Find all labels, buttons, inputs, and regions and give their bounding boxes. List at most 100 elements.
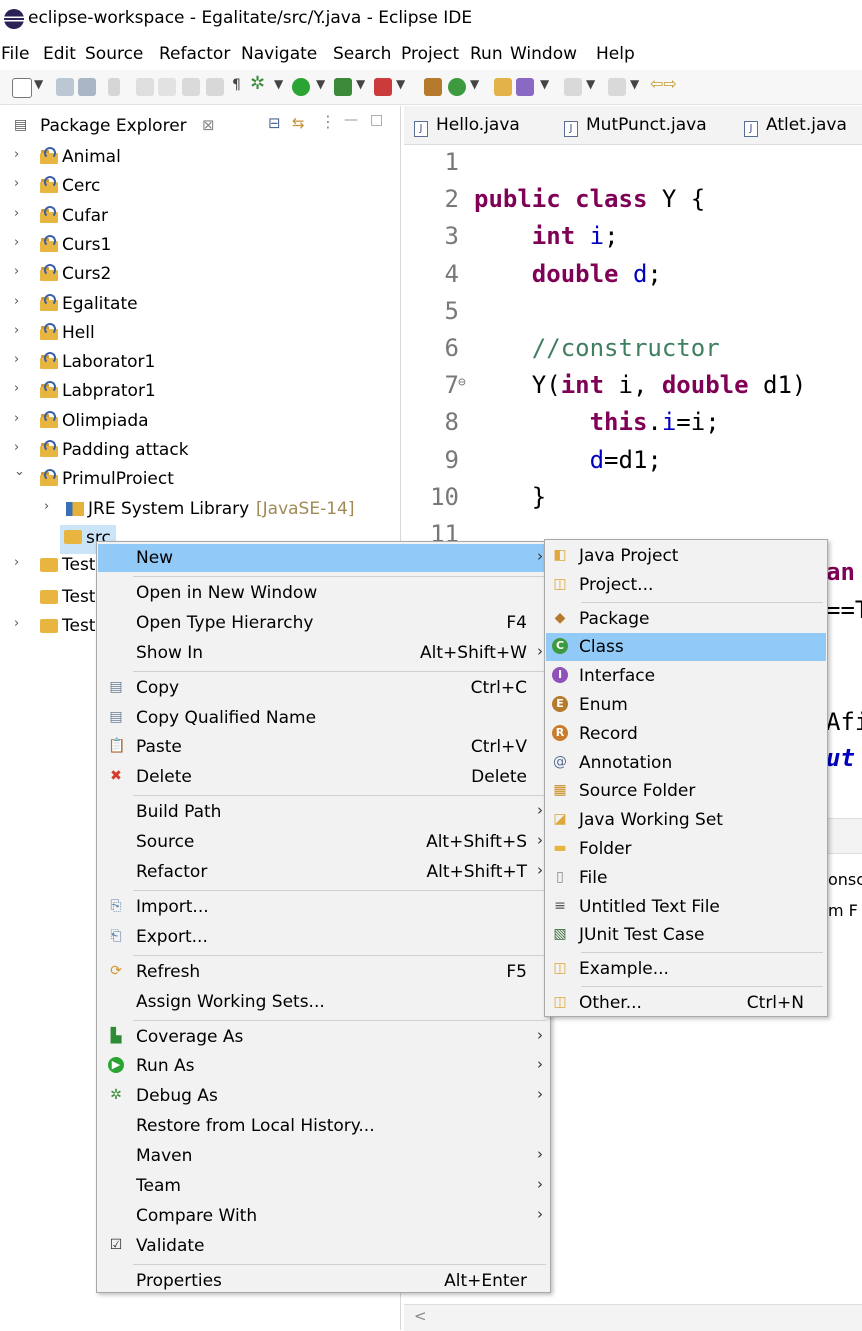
save-icon[interactable] xyxy=(56,78,74,96)
toggle2-icon[interactable] xyxy=(206,78,224,96)
menu-item-source[interactable]: Source Alt+Shift+S › xyxy=(98,828,549,856)
menu-source[interactable]: Source xyxy=(85,44,143,64)
next-annotation-dropdown-icon[interactable]: ▼ xyxy=(586,77,595,91)
chevron-right-icon[interactable]: › xyxy=(14,235,19,250)
chevron-right-icon[interactable]: › xyxy=(14,555,19,570)
tree-item-test[interactable]: › Test xyxy=(0,613,96,642)
maximize-icon[interactable]: □ xyxy=(370,112,383,128)
chevron-right-icon[interactable]: › xyxy=(14,264,19,279)
menu-item-run-as[interactable]: ▶ Run As › xyxy=(98,1052,549,1080)
menu-navigate[interactable]: Navigate xyxy=(241,44,317,64)
search-toolbar-icon[interactable] xyxy=(516,78,534,96)
new-item-untitled-text-file[interactable]: ≡ Untitled Text File xyxy=(546,893,826,921)
search-dropdown-icon[interactable]: ▼ xyxy=(540,77,549,91)
chevron-right-icon[interactable]: › xyxy=(14,381,19,396)
new-package-icon[interactable] xyxy=(424,78,442,96)
menu-item-maven[interactable]: Maven › xyxy=(98,1142,549,1170)
new-item-interface[interactable]: I Interface xyxy=(546,662,826,690)
menu-item-refactor[interactable]: Refactor Alt+Shift+T › xyxy=(98,858,549,886)
chevron-down-icon[interactable]: ⌄ xyxy=(14,464,25,479)
external-tools-icon[interactable] xyxy=(374,78,392,96)
chevron-right-icon[interactable]: › xyxy=(14,147,19,162)
coverage-toolbar-icon[interactable] xyxy=(334,78,352,96)
tree-item-primulproiect[interactable]: ⌄ PrimulProiect xyxy=(0,464,400,495)
menu-item-export[interactable]: ⎗ Export... xyxy=(98,923,549,951)
menu-item-delete[interactable]: ✖ Delete Delete xyxy=(98,763,549,791)
tab-atlet[interactable]: J Atlet.java xyxy=(744,115,847,137)
collapse-all-icon[interactable]: ⊟ xyxy=(268,114,281,132)
prev-annotation-icon[interactable] xyxy=(608,78,626,96)
fold-toggle-icon[interactable]: ⊖ xyxy=(458,375,466,390)
menu-item-refresh[interactable]: ⟳ Refresh F5 xyxy=(98,958,549,986)
tree-item-egalitate[interactable]: › Egalitate xyxy=(0,291,400,320)
menu-item-team[interactable]: Team › xyxy=(98,1172,549,1200)
new-item-other[interactable]: ◫ Other... Ctrl+N xyxy=(546,989,826,1017)
tree-item-curs2[interactable]: › Curs2 xyxy=(0,261,400,290)
new-item-class[interactable]: C Class xyxy=(546,633,826,662)
new-item-example[interactable]: ◫ Example... xyxy=(546,955,826,983)
chevron-right-icon[interactable]: › xyxy=(44,499,49,514)
run-dropdown-icon[interactable]: ▼ xyxy=(316,77,325,91)
new-item-folder[interactable]: ▬ Folder xyxy=(546,835,826,863)
view-menu-icon[interactable]: ⋮ xyxy=(320,112,336,131)
tree-item-padding-attack[interactable]: › Padding attack xyxy=(0,437,400,466)
menu-item-import[interactable]: ⎘ Import... xyxy=(98,893,549,921)
menu-item-compare-with[interactable]: Compare With › xyxy=(98,1202,549,1230)
tree-item-curs1[interactable]: › Curs1 xyxy=(0,232,400,261)
tree-item-labprator1[interactable]: › Labprator1 xyxy=(0,378,400,407)
run-toolbar-icon[interactable] xyxy=(292,78,310,96)
tree-item-olimpiada[interactable]: › Olimpiada xyxy=(0,408,400,437)
chevron-right-icon[interactable]: › xyxy=(14,294,19,309)
coverage-dropdown-icon[interactable]: ▼ xyxy=(356,77,365,91)
horizontal-scrollbar[interactable]: < xyxy=(404,1304,862,1331)
tree-item-test[interactable]: Test xyxy=(0,584,96,613)
dropdown-arrow-icon[interactable]: ▼ xyxy=(34,77,43,91)
tab-hello[interactable]: J Hello.java xyxy=(414,115,520,137)
new-item-junit-test-case[interactable]: ▧ JUnit Test Case xyxy=(546,921,826,949)
external-dropdown-icon[interactable]: ▼ xyxy=(396,77,405,91)
menu-run[interactable]: Run xyxy=(470,44,503,64)
menu-item-coverage-as[interactable]: ▙ Coverage As › xyxy=(98,1023,549,1051)
new-item-java-project[interactable]: ◧ Java Project xyxy=(546,542,826,570)
new-class-icon[interactable] xyxy=(448,78,466,96)
code-line[interactable]: 7 ⊖ Y(int i, double d1) xyxy=(404,371,862,408)
tree-item-cufar[interactable]: › Cufar xyxy=(0,203,400,232)
new-item-record[interactable]: R Record xyxy=(546,720,826,748)
menu-item-assign-working-sets[interactable]: Assign Working Sets... xyxy=(98,988,549,1016)
chevron-right-icon[interactable]: › xyxy=(14,440,19,455)
tree-item-laborator1[interactable]: › Laborator1 xyxy=(0,349,400,378)
new-class-dropdown-icon[interactable]: ▼ xyxy=(470,77,479,91)
menu-file[interactable]: File xyxy=(1,44,29,64)
open-type-icon[interactable] xyxy=(494,78,512,96)
code-line[interactable]: 8 this.i=i; xyxy=(404,408,862,445)
menu-item-debug-as[interactable]: ✲ Debug As › xyxy=(98,1082,549,1110)
code-line[interactable]: 4 double d; xyxy=(404,260,862,297)
chevron-right-icon[interactable]: › xyxy=(14,352,19,367)
menu-search[interactable]: Search xyxy=(333,44,391,64)
menu-item-show-in[interactable]: Show In Alt+Shift+W › xyxy=(98,639,549,667)
chevron-right-icon[interactable]: › xyxy=(14,411,19,426)
menu-item-new[interactable]: New › xyxy=(98,544,549,572)
menu-item-open-in-new-window[interactable]: Open in New Window xyxy=(98,579,549,607)
debug-dropdown-icon[interactable]: ▼ xyxy=(274,77,283,91)
menu-edit[interactable]: Edit xyxy=(43,44,76,64)
chevron-right-icon[interactable]: › xyxy=(14,323,19,338)
tree-item-jre-system-library[interactable]: › JRE System Library [JavaSE-14] xyxy=(0,496,400,525)
new-item-project[interactable]: ◫ Project... xyxy=(546,571,826,599)
scroll-left-icon[interactable]: < xyxy=(414,1307,427,1325)
chevron-right-icon[interactable]: › xyxy=(14,616,19,631)
tree-item-animal[interactable]: › Animal xyxy=(0,144,400,173)
tab-mutpunct[interactable]: J MutPunct.java xyxy=(564,115,707,137)
pen-icon[interactable] xyxy=(158,78,176,96)
new-icon[interactable] xyxy=(12,78,32,98)
skip-breakpoints-icon[interactable] xyxy=(108,78,120,96)
new-item-file[interactable]: ▯ File xyxy=(546,864,826,892)
menu-item-copy-qualified-name[interactable]: ▤ Copy Qualified Name xyxy=(98,704,549,732)
new-item-source-folder[interactable]: ▦ Source Folder xyxy=(546,777,826,805)
menu-item-paste[interactable]: 📋 Paste Ctrl+V xyxy=(98,733,549,761)
code-line[interactable]: 3 int i; xyxy=(404,222,862,259)
code-line[interactable]: 10 } xyxy=(404,483,862,520)
code-line[interactable]: 6 //constructor xyxy=(404,334,862,371)
new-item-package[interactable]: ◆ Package xyxy=(546,605,826,633)
next-annotation-icon[interactable] xyxy=(564,78,582,96)
